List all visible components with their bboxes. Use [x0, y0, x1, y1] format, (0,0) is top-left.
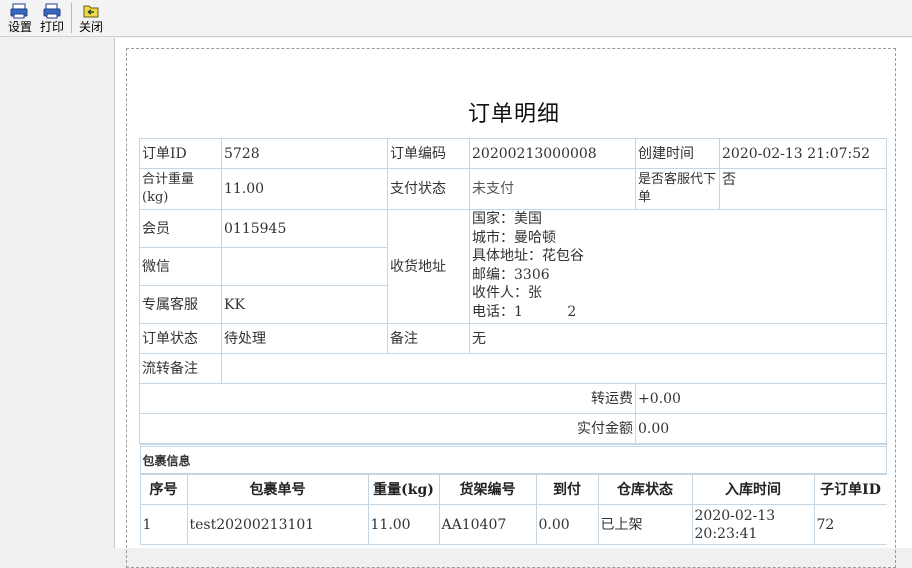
cell-inbound-time: 2020-02-13 20:23:41: [691, 504, 815, 545]
address-postcode: 邮编：3306: [472, 266, 550, 283]
pay-status-value: 未支付: [469, 168, 636, 210]
print-button[interactable]: 打印: [36, 0, 68, 36]
package-table: 序号 包裹单号 重量(kg) 货架编号 到付 仓库状态 入库时间 子订单ID 1…: [139, 474, 887, 545]
col-header-package-no: 包裹单号: [186, 474, 369, 505]
address-phone: 电话：1 2: [472, 303, 577, 320]
cell-cod: 0.00: [535, 504, 599, 545]
pay-status-label: 支付状态: [387, 168, 470, 210]
created-value: 2020-02-13 21:07:52: [719, 138, 887, 169]
left-panel: [0, 38, 114, 548]
toolbar-separator: [71, 3, 73, 33]
close-button[interactable]: 关闭: [75, 0, 107, 36]
remark-label: 备注: [387, 323, 470, 354]
close-label: 关闭: [79, 20, 104, 34]
col-header-inbound-time: 入库时间: [691, 474, 815, 505]
address-recipient: 收件人：张: [472, 285, 542, 301]
address-city: 城市：曼哈顿: [472, 229, 556, 246]
col-header-shelf-no: 货架编号: [438, 474, 537, 505]
toolbar: 设置 打印 关闭: [0, 0, 912, 37]
address-value: 国家：美国 城市：曼哈顿 具体地址：花包谷 邮编：3306 收件人：张 电话：1…: [469, 209, 887, 324]
address-country: 国家：美国: [472, 211, 542, 227]
status-value: 待处理: [221, 323, 388, 354]
cell-index: 1: [139, 504, 188, 545]
table-row: 1 test20200213101 11.00 AA10407 0.00 已上架…: [139, 504, 887, 545]
settings-label: 设置: [8, 20, 33, 34]
col-header-warehouse-status: 仓库状态: [597, 474, 693, 505]
wechat-label: 微信: [139, 247, 222, 286]
order-id-value: 5728: [221, 138, 388, 169]
by-cs-label: 是否客服代下单: [635, 168, 720, 210]
flow-remark-value: [221, 353, 887, 384]
cs-label: 专属客服: [139, 285, 222, 324]
order-no-label: 订单编码: [387, 138, 470, 169]
address-label: 收货地址: [387, 209, 470, 324]
page-title: 订单明细: [467, 102, 560, 127]
cell-weight: 11.00: [367, 504, 440, 545]
col-header-suborder-id: 子订单ID: [813, 474, 887, 505]
weight-value: 11.00: [221, 168, 388, 210]
cell-package-no: test20200213101: [186, 504, 369, 545]
flow-remark-label: 流转备注: [139, 353, 222, 384]
freight-value: +0.00: [635, 383, 887, 414]
paid-value: 0.00: [635, 413, 887, 444]
print-label: 打印: [40, 20, 65, 34]
by-cs-value: 否: [719, 168, 887, 210]
col-header-index: 序号: [139, 474, 188, 505]
wechat-value: [221, 247, 388, 286]
printer-icon: [43, 3, 61, 19]
close-folder-icon: [83, 5, 99, 18]
cell-suborder-id: 72: [813, 504, 887, 545]
order-detail-table: 订单ID 5728 订单编码 20200213000008 创建时间 2020-…: [139, 138, 887, 545]
package-section: 包裹信息 序号 包裹单号 重量(kg) 货架编号 到付 仓库状态 入库时间 子订…: [139, 444, 887, 545]
print-preview-page[interactable]: 订单明细 订单ID 5728 订单编码 20200213000008 创建时间 …: [114, 38, 912, 568]
settings-printer-icon: [10, 3, 28, 19]
weight-label: 合计重量(kg): [139, 168, 222, 210]
settings-button[interactable]: 设置: [4, 0, 36, 36]
status-label: 订单状态: [139, 323, 222, 354]
col-header-weight: 重量(kg): [367, 474, 440, 505]
remark-value: 无: [469, 323, 887, 354]
package-title: 包裹信息: [142, 454, 191, 468]
member-value: 0115945: [221, 209, 388, 248]
cell-shelf-no: AA10407: [438, 504, 537, 545]
member-label: 会员: [139, 209, 222, 248]
cs-value: KK: [221, 285, 388, 324]
package-header-row: 序号 包裹单号 重量(kg) 货架编号 到付 仓库状态 入库时间 子订单ID: [139, 474, 887, 505]
order-id-label: 订单ID: [139, 138, 222, 169]
address-street: 具体地址：花包谷: [472, 248, 584, 264]
created-label: 创建时间: [635, 138, 720, 169]
freight-label: 转运费: [139, 383, 636, 414]
order-no-value: 20200213000008: [469, 138, 636, 169]
cell-warehouse-status: 已上架: [597, 504, 693, 545]
package-section-header: 包裹信息: [139, 444, 887, 474]
col-header-cod: 到付: [535, 474, 599, 505]
paid-label: 实付金额: [139, 413, 636, 444]
